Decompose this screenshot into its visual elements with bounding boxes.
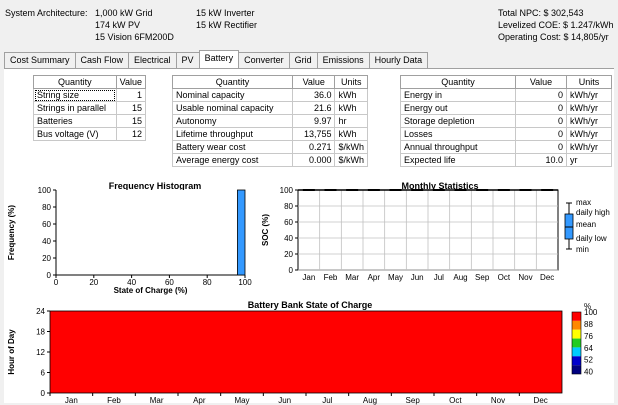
table-row[interactable]: Storage depletion 0 kWh/yr xyxy=(400,114,612,128)
table-row[interactable]: Battery wear cost 0.271 $/kWh xyxy=(171,140,368,154)
table-row[interactable]: Losses 0 kWh/yr xyxy=(400,127,612,141)
col-header-quantity: Quantity xyxy=(400,75,516,89)
battery-energy-table: Quantity Value Units Energy in 0 kWh/yr En… xyxy=(400,75,612,167)
col-header-quantity: Quantity xyxy=(171,75,294,89)
cell-value: 0 xyxy=(515,140,567,154)
cell-value: 12 xyxy=(115,127,147,141)
cell-value: 0.000 xyxy=(292,153,336,167)
cell-value: 0 xyxy=(515,101,567,115)
tab-cash-flow[interactable]: Cash Flow xyxy=(74,52,130,68)
battery-capacity-table: Quantity Value Units Nominal capacity 36.… xyxy=(171,75,368,167)
cell-units: kWh/yr xyxy=(566,114,612,128)
cell-string-size[interactable]: String size xyxy=(33,88,117,102)
soc-heatmap-title: Battery Bank State of Charge xyxy=(247,300,373,310)
cell-value: 0.271 xyxy=(292,140,336,154)
cell-quantity: Lifetime throughput xyxy=(171,127,294,141)
cell-units: hr xyxy=(334,114,368,128)
system-architecture-label: System Architecture: xyxy=(5,8,88,18)
tab-electrical[interactable]: Electrical xyxy=(128,52,177,68)
cell-units: kWh/yr xyxy=(566,140,612,154)
arch-inverter: 15 kW Inverter xyxy=(196,8,255,18)
arch-pv: 174 kW PV xyxy=(95,20,141,30)
operating-cost: Operating Cost: $ 14,805/yr xyxy=(498,32,609,42)
table-row[interactable]: Batteries 15 xyxy=(33,114,147,128)
total-npc: Total NPC: $ 302,543 xyxy=(498,8,584,18)
levelized-coe: Levelized COE: $ 1.247/kWh xyxy=(498,20,614,30)
cell-quantity: Storage depletion xyxy=(400,114,516,128)
table-row[interactable]: Average energy cost 0.000 $/kWh xyxy=(171,153,368,167)
cell-value: 10.0 xyxy=(515,153,567,167)
table-row[interactable]: Lifetime throughput 13,755 kWh xyxy=(171,127,368,141)
col-header-value: Value xyxy=(515,75,567,89)
tab-pv[interactable]: PV xyxy=(175,52,200,68)
table-row[interactable]: Energy in 0 kWh/yr xyxy=(400,88,612,102)
cell-units: $/kWh xyxy=(334,153,368,167)
cell-quantity: Autonomy xyxy=(171,114,294,128)
cell-value: 9.97 xyxy=(292,114,336,128)
table-row[interactable]: Nominal capacity 36.0 kWh xyxy=(171,88,368,102)
table-row[interactable]: Autonomy 9.97 hr xyxy=(171,114,368,128)
cell-units: yr xyxy=(566,153,612,167)
cell-value: 13,755 xyxy=(292,127,336,141)
cell-value: 15 xyxy=(115,101,147,115)
cell-quantity: Energy out xyxy=(400,101,516,115)
cell-units: kWh/yr xyxy=(566,101,612,115)
histogram-title: Frequency Histogram xyxy=(108,181,202,191)
cell-units: kWh/yr xyxy=(566,127,612,141)
col-header-value: Value xyxy=(292,75,336,89)
tab-cost-summary[interactable]: Cost Summary xyxy=(4,52,76,68)
tab-converter[interactable]: Converter xyxy=(238,52,290,68)
cell-quantity: Expected life xyxy=(400,153,516,167)
table-row[interactable]: Annual throughput 0 kWh/yr xyxy=(400,140,612,154)
cell-units: $/kWh xyxy=(334,140,368,154)
cell-quantity: Energy in xyxy=(400,88,516,102)
col-header-value: Value xyxy=(115,75,147,89)
cell-units: kWh xyxy=(334,88,368,102)
cell-quantity: Average energy cost xyxy=(171,153,294,167)
cell-quantity: Losses xyxy=(400,127,516,141)
col-header-units: Units xyxy=(334,75,368,89)
cell-quantity: Bus voltage (V) xyxy=(33,127,117,141)
arch-battery: 15 Vision 6FM200D xyxy=(95,32,174,42)
table-row[interactable]: Energy out 0 kWh/yr xyxy=(400,101,612,115)
cell-quantity: Annual throughput xyxy=(400,140,516,154)
col-header-units: Units xyxy=(566,75,612,89)
arch-rectifier: 15 kW Rectifier xyxy=(196,20,258,30)
cell-units: kWh/yr xyxy=(566,88,612,102)
tab-battery[interactable]: Battery xyxy=(198,50,240,69)
col-header-quantity: Quantity xyxy=(33,75,117,89)
cell-quantity: Nominal capacity xyxy=(171,88,294,102)
cell-value: 0 xyxy=(515,114,567,128)
table-row[interactable]: Bus voltage (V) 12 xyxy=(33,127,147,141)
cell-units: kWh xyxy=(334,127,368,141)
tab-hourly-data[interactable]: Hourly Data xyxy=(368,52,429,68)
cell-value: 15 xyxy=(115,114,147,128)
cell-value: 0 xyxy=(515,127,567,141)
cell-value: 0 xyxy=(515,88,567,102)
cell-quantity: Battery wear cost xyxy=(171,140,294,154)
tab-emissions[interactable]: Emissions xyxy=(316,52,370,68)
monthly-stats-title: Monthly Statistics xyxy=(401,181,479,191)
cell-value: 36.0 xyxy=(292,88,336,102)
tab-grid[interactable]: Grid xyxy=(288,52,318,68)
table-row[interactable]: Usable nominal capacity 21.6 kWh xyxy=(171,101,368,115)
table-row[interactable]: Expected life 10.0 yr xyxy=(400,153,612,167)
cell-quantity: Strings in parallel xyxy=(33,101,117,115)
cell-value: 21.6 xyxy=(292,101,336,115)
cell-units: kWh xyxy=(334,101,368,115)
cell-quantity: Usable nominal capacity xyxy=(171,101,294,115)
arch-grid: 1,000 kW Grid xyxy=(95,8,153,18)
results-tab-strip: Cost Summary Cash Flow Electrical PV Bat… xyxy=(4,50,429,69)
cell-quantity: Batteries xyxy=(33,114,117,128)
battery-config-table: Quantity Value String size 1 Strings in … xyxy=(33,75,147,141)
table-row[interactable]: String size 1 xyxy=(33,88,147,102)
cell-value: 1 xyxy=(115,88,147,102)
table-row[interactable]: Strings in parallel 15 xyxy=(33,101,147,115)
